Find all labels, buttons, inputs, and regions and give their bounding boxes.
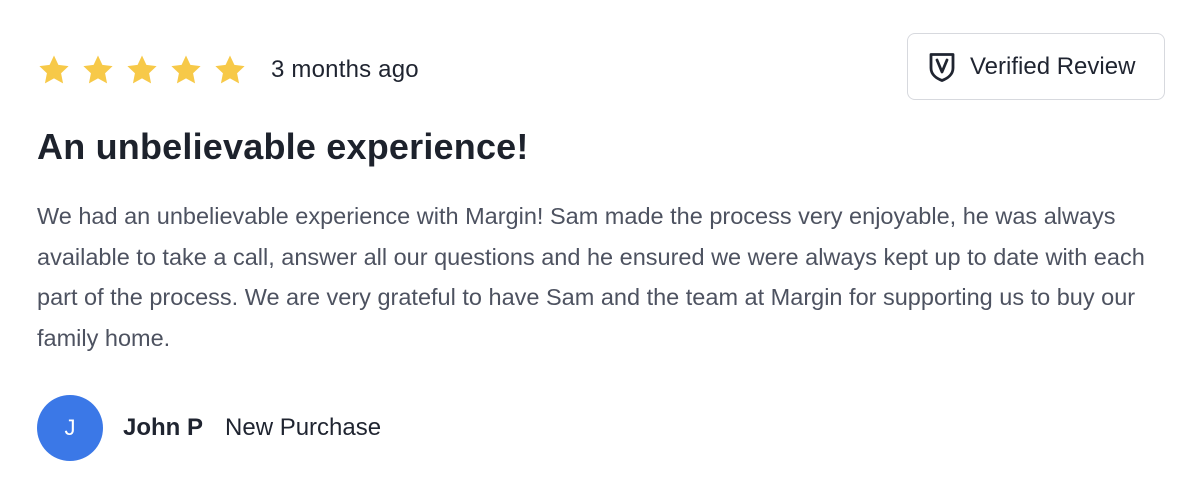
avatar: J [37, 395, 103, 461]
review-meta: 3 months ago [37, 50, 419, 90]
star-icon [37, 53, 71, 87]
author-name: John P [123, 414, 204, 441]
star-icon [125, 53, 159, 87]
review-timestamp: 3 months ago [271, 56, 419, 83]
review-card: 3 months ago Verified Review An unbeliev… [0, 0, 1200, 492]
review-title: An unbelievable experience! [37, 126, 529, 167]
star-icon [169, 53, 203, 87]
star-icon [213, 53, 247, 87]
author-purchase-type: New Purchase [225, 414, 382, 441]
star-icon [81, 53, 115, 87]
review-body: We had an unbelievable experience with M… [37, 203, 1145, 351]
verified-review-label: Verified Review [970, 52, 1136, 80]
verified-review-badge[interactable]: Verified Review [907, 33, 1165, 100]
review-author: J John P New Purchase [37, 395, 381, 461]
shield-check-icon [928, 51, 956, 83]
star-rating [37, 53, 247, 87]
